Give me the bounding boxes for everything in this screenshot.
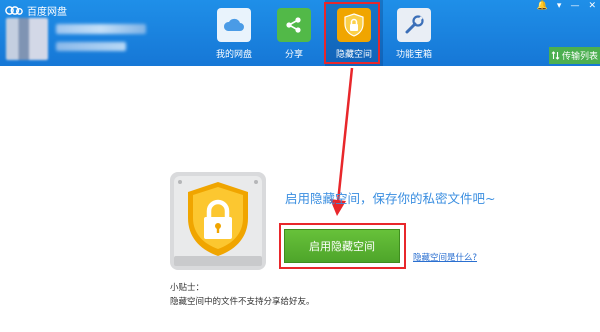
transfer-list-button[interactable]: 传输列表 — [549, 47, 600, 64]
transfer-label: 传输列表 — [561, 52, 598, 62]
what-is-hidden-space-link[interactable]: 隐藏空间是什么? — [413, 251, 477, 263]
hidden-space-headline: 启用隐藏空间，保存你的私密文件吧~ — [285, 191, 496, 206]
app-window: 百度网盘 我的网盘 分享 隐藏空间 功能宝箱 🔔 ▾ — ✕ 传输列表 启用隐藏… — [0, 0, 600, 332]
cloud-logo-icon — [5, 6, 23, 15]
nav-toolbox[interactable]: 功能宝箱 — [385, 0, 443, 66]
toolbox-icon — [397, 8, 431, 42]
nav-label: 我的网盘 — [215, 50, 252, 60]
tip-title: 小贴士： — [170, 283, 205, 293]
user-info-blurred — [56, 42, 126, 51]
menu-chevron-icon[interactable]: ▾ — [557, 1, 562, 11]
share-icon — [277, 8, 311, 42]
transfer-arrows-icon — [551, 51, 560, 60]
nav-label: 分享 — [284, 50, 303, 60]
window-controls: 🔔 ▾ — ✕ — [537, 1, 596, 11]
user-profile[interactable] — [6, 16, 156, 62]
enable-hidden-space-button[interactable]: 启用隐藏空间 — [284, 229, 400, 263]
header-bar: 百度网盘 我的网盘 分享 隐藏空间 功能宝箱 🔔 ▾ — ✕ 传输列表 — [0, 0, 600, 66]
username-blurred — [56, 24, 146, 34]
tip-text: 隐藏空间中的文件不支持分享给好友。 — [170, 297, 315, 307]
vault-shield-icon — [170, 172, 266, 270]
nav-share[interactable]: 分享 — [265, 0, 323, 66]
minimize-icon[interactable]: — — [570, 1, 579, 11]
nav-label: 功能宝箱 — [395, 50, 432, 60]
close-icon[interactable]: ✕ — [588, 1, 596, 11]
cloud-icon — [217, 8, 251, 42]
highlight-box-nav — [324, 2, 380, 64]
bell-icon[interactable]: 🔔 — [537, 1, 548, 11]
nav-my-disk[interactable]: 我的网盘 — [205, 0, 263, 66]
avatar[interactable] — [6, 18, 48, 60]
